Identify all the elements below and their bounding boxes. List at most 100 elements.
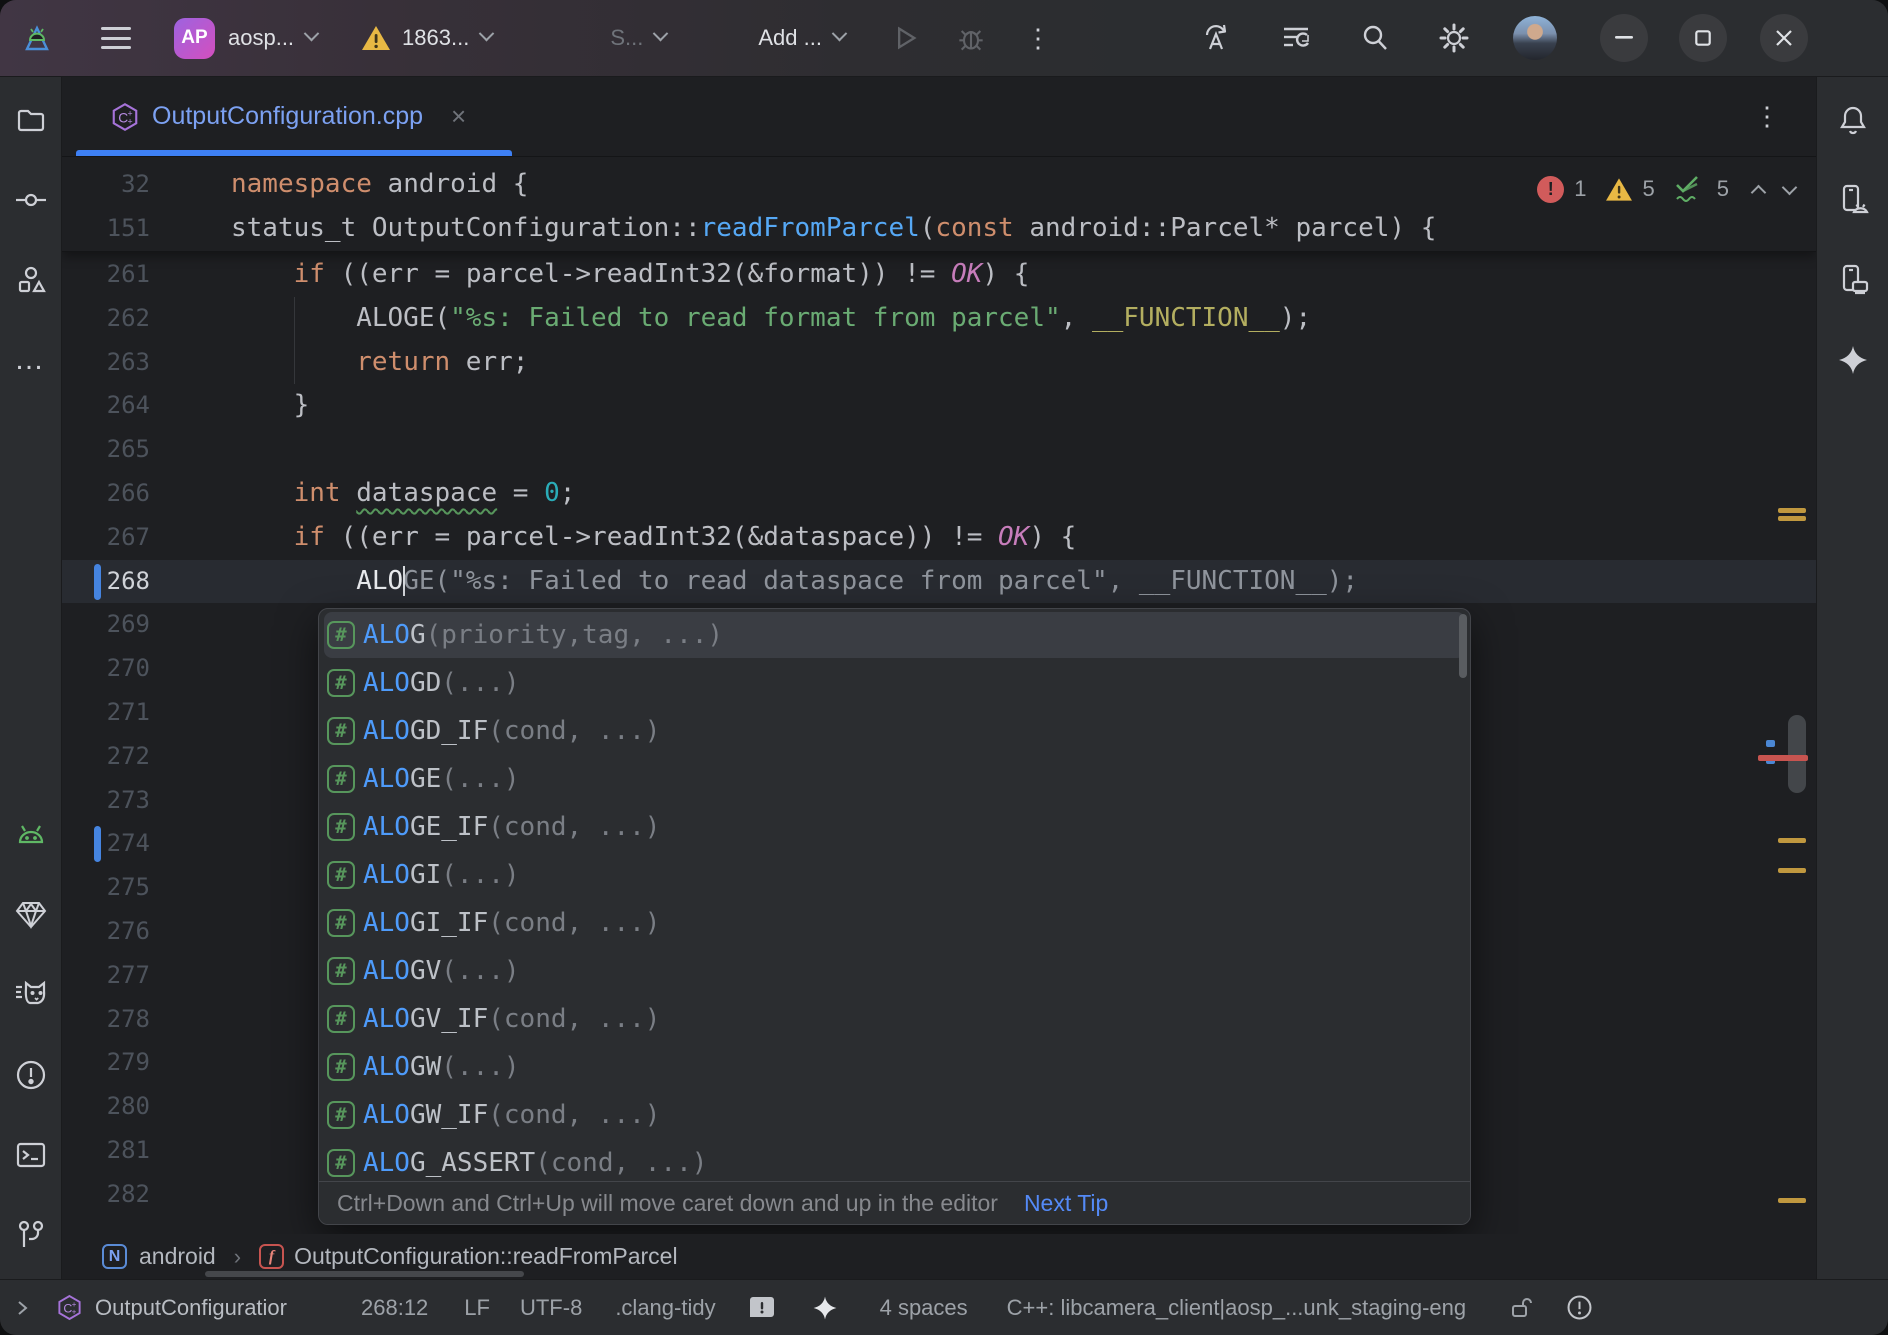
line-number[interactable]: 267 [62, 516, 150, 560]
main-menu-icon[interactable] [101, 27, 131, 49]
line-number[interactable]: 279 [62, 1041, 150, 1085]
caret-position-widget[interactable]: 268:12 [361, 1295, 428, 1321]
inspections-widget[interactable]: ! 1 5 5 [1537, 173, 1795, 205]
next-problem-chevron-icon[interactable] [1782, 179, 1798, 195]
indent-widget[interactable]: 4 spaces [880, 1295, 968, 1321]
vcs-branch-widget[interactable]: 1863... [361, 24, 492, 52]
line-number[interactable]: 32 [62, 162, 150, 206]
completion-item[interactable]: #ALOGD_IF(cond, ...) [319, 707, 1470, 755]
line-number[interactable]: 269 [62, 603, 150, 647]
line-number[interactable]: 264 [62, 384, 150, 428]
line-number[interactable]: 280 [62, 1085, 150, 1129]
search-icon[interactable] [1359, 22, 1391, 54]
gemini-sparkle-icon[interactable] [1833, 340, 1873, 380]
warning-stripe-mark[interactable] [1778, 868, 1806, 873]
info-stripe-mark[interactable] [1766, 740, 1775, 747]
window-maximize-button[interactable] [1679, 14, 1727, 62]
code-line-268[interactable]: 268 ALOGE("%s: Failed to read dataspace … [62, 560, 1816, 604]
feedback-icon[interactable] [748, 1294, 776, 1322]
logcat-icon[interactable] [11, 815, 51, 855]
run-button[interactable] [891, 24, 919, 52]
expand-chevron-icon[interactable] [14, 1300, 30, 1316]
line-number[interactable]: 282 [62, 1173, 150, 1217]
line-number[interactable]: 270 [62, 647, 150, 691]
breadcrumb-function[interactable]: OutputConfiguration::readFromParcel [294, 1243, 678, 1270]
line-number[interactable]: 271 [62, 691, 150, 735]
encoding-widget[interactable]: UTF-8 [520, 1295, 582, 1321]
running-devices-icon[interactable] [1833, 260, 1873, 300]
line-number[interactable]: 273 [62, 779, 150, 823]
line-number[interactable]: 262 [62, 297, 150, 341]
run-configuration-selector[interactable]: Add ... [758, 25, 845, 51]
warning-stripe-mark[interactable] [1778, 838, 1806, 843]
line-number[interactable]: 263 [62, 341, 150, 385]
terminal-icon[interactable] [11, 1135, 51, 1175]
structure-icon[interactable] [11, 260, 51, 300]
task-list-icon[interactable] [1279, 21, 1313, 55]
more-tool-windows-icon[interactable]: … [11, 340, 51, 380]
warning-stripe-mark[interactable] [1778, 516, 1806, 521]
line-number[interactable]: 275 [62, 866, 150, 910]
window-close-button[interactable] [1760, 14, 1808, 62]
completion-item[interactable]: #ALOGV(...) [319, 947, 1470, 995]
completion-item[interactable]: #ALOGI_IF(cond, ...) [319, 899, 1470, 947]
more-actions-kebab-icon[interactable]: ⋮ [1025, 23, 1051, 54]
vcs-change-bar[interactable] [94, 826, 101, 862]
error-stripe-mark[interactable] [1758, 755, 1808, 761]
warning-stripe-mark[interactable] [1778, 1198, 1806, 1203]
user-avatar[interactable] [1513, 16, 1557, 60]
next-tip-link[interactable]: Next Tip [1024, 1190, 1108, 1217]
completion-item[interactable]: #ALOGW(...) [319, 1043, 1470, 1091]
editor-scrollbar-thumb[interactable] [1788, 715, 1806, 793]
completion-item[interactable]: #ALOGD(...) [319, 659, 1470, 707]
code-editor[interactable]: 261 if ((err = parcel->readInt32(&format… [62, 157, 1816, 1234]
tab-options-kebab-icon[interactable]: ⋮ [1754, 101, 1780, 132]
line-number[interactable]: 265 [62, 428, 150, 472]
clang-tidy-widget[interactable]: .clang-tidy [615, 1295, 715, 1321]
code-line-262[interactable]: 262 ALOGE("%s: Failed to read format fro… [62, 297, 1816, 341]
app-quality-insights-gem-icon[interactable] [11, 895, 51, 935]
git-branch-icon[interactable] [11, 1215, 51, 1255]
line-number[interactable]: 281 [62, 1129, 150, 1173]
settings-gear-icon[interactable] [1437, 21, 1471, 55]
completion-item[interactable]: #ALOGI(...) [319, 851, 1470, 899]
completion-item[interactable]: #ALOGE(...) [319, 755, 1470, 803]
device-selector[interactable]: S... [610, 25, 666, 51]
line-number[interactable]: 272 [62, 735, 150, 779]
code-line-151[interactable]: 151status_t OutputConfiguration::readFro… [62, 206, 1816, 250]
window-minimize-button[interactable] [1600, 14, 1648, 62]
previous-problem-chevron-icon[interactable] [1751, 184, 1767, 200]
line-number[interactable]: 277 [62, 954, 150, 998]
code-line-261[interactable]: 261 if ((err = parcel->readInt32(&format… [62, 253, 1816, 297]
unlocked-padlock-icon[interactable] [1508, 1295, 1534, 1321]
tab-close-icon[interactable]: × [451, 101, 466, 132]
code-line-267[interactable]: 267 if ((err = parcel->readInt32(&datasp… [62, 516, 1816, 560]
line-number[interactable]: 268 [62, 560, 150, 604]
line-number[interactable]: 151 [62, 206, 150, 250]
completion-item[interactable]: #ALOGV_IF(cond, ...) [319, 995, 1470, 1043]
code-line-263[interactable]: 263 return err; [62, 341, 1816, 385]
commit-icon[interactable] [11, 180, 51, 220]
line-number[interactable]: 261 [62, 253, 150, 297]
completion-item[interactable]: #ALOGE_IF(cond, ...) [319, 803, 1470, 851]
sparkle-ai-icon[interactable] [812, 1295, 838, 1321]
profiler-cat-icon[interactable] [11, 975, 51, 1015]
code-line-266[interactable]: 266 int dataspace = 0; [62, 472, 1816, 516]
line-number[interactable]: 278 [62, 998, 150, 1042]
line-number[interactable]: 266 [62, 472, 150, 516]
line-ending-widget[interactable]: LF [464, 1295, 490, 1321]
code-line-264[interactable]: 264 } [62, 384, 1816, 428]
notifications-bell-icon[interactable] [1833, 100, 1873, 140]
status-file-name[interactable]: OutputConfiguratior [95, 1295, 287, 1321]
debug-button[interactable] [957, 24, 985, 52]
error-indicator-icon[interactable] [1566, 1294, 1593, 1321]
tab-outputconfiguration-cpp[interactable]: C + + OutputConfiguration.cpp × [76, 77, 512, 156]
device-manager-icon[interactable] [1833, 180, 1873, 220]
breadcrumb-namespace[interactable]: android [139, 1243, 216, 1270]
completion-scrollbar-thumb[interactable] [1459, 614, 1467, 678]
line-number[interactable]: 276 [62, 910, 150, 954]
vcs-change-bar[interactable] [94, 564, 101, 600]
completion-item[interactable]: #ALOGW_IF(cond, ...) [319, 1091, 1470, 1139]
completion-item[interactable]: #ALOG_ASSERT(cond, ...) [319, 1139, 1470, 1181]
code-line-265[interactable]: 265 [62, 428, 1816, 472]
